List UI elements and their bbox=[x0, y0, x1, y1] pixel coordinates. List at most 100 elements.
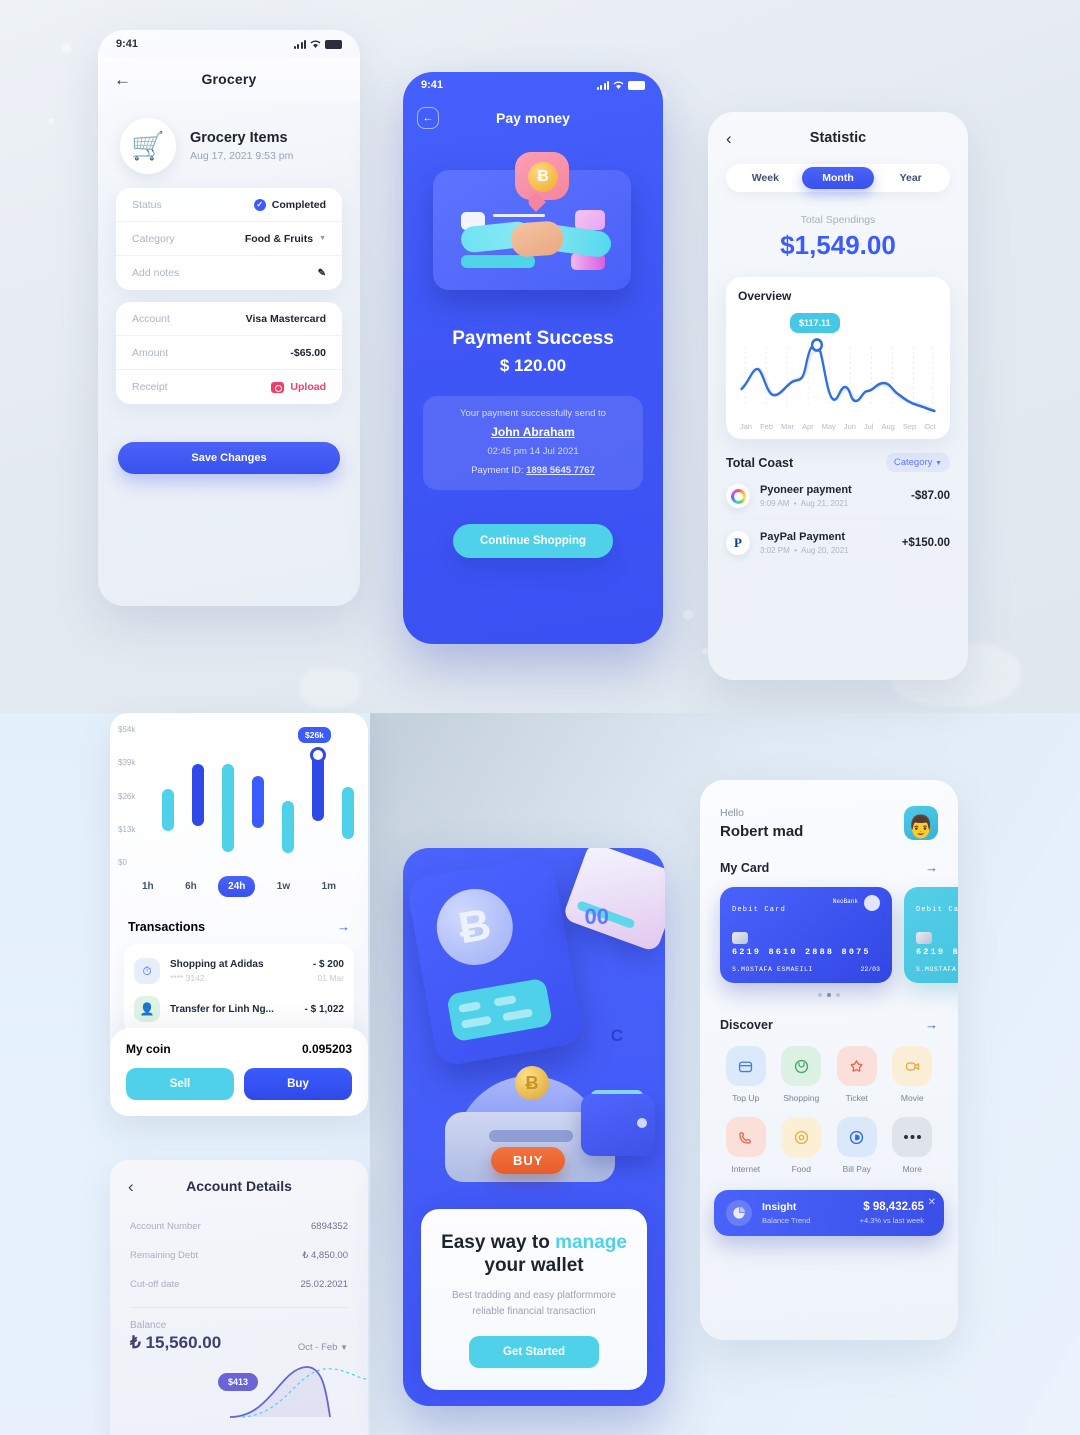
save-changes-button[interactable]: Save Changes bbox=[118, 442, 340, 474]
transaction-row[interactable]: Pyoneer payment 9:09 AM • Aug 21, 2021 -… bbox=[726, 484, 950, 519]
insight-amount: $ 98,432.65 bbox=[863, 1201, 924, 1213]
banknote-3d bbox=[561, 848, 665, 953]
axis-tick: Aug bbox=[881, 422, 895, 431]
category-dropdown[interactable]: Category ▼ bbox=[885, 453, 950, 472]
star-icon bbox=[836, 1046, 877, 1086]
bar bbox=[252, 776, 264, 828]
bar bbox=[162, 789, 174, 831]
transaction-row[interactable]: P PayPal Payment 3:02 PM • Aug 20, 2021 … bbox=[726, 531, 950, 565]
transaction-name: Shopping at Adidas bbox=[170, 959, 264, 970]
debit-card-primary[interactable]: Debit Card NeoBank 6219 8610 2888 8075 S… bbox=[720, 887, 892, 983]
payment-receipt-box: Your payment successfully send to John A… bbox=[423, 396, 643, 490]
timeframe-segmented-control[interactable]: 1h 6h 24h 1w 1m bbox=[132, 876, 346, 897]
overview-title: Overview bbox=[738, 289, 792, 303]
discover-item-bill-pay[interactable]: Bill Pay bbox=[829, 1117, 885, 1174]
discover-item-top-up[interactable]: Top Up bbox=[718, 1046, 774, 1103]
chevron-down-icon[interactable]: ▼ bbox=[319, 235, 326, 242]
page-title: Pay money bbox=[496, 110, 570, 126]
item-title: Grocery Items bbox=[190, 130, 288, 146]
balance-area-chart: $413 bbox=[110, 1359, 368, 1419]
discover-item-internet[interactable]: Internet bbox=[718, 1117, 774, 1174]
row-category[interactable]: Category Food & Fruits ▼ bbox=[116, 222, 342, 256]
card-pink-chip bbox=[575, 210, 605, 230]
row-receipt[interactable]: Receipt Upload bbox=[116, 370, 342, 404]
transaction-row[interactable]: ⏱ Shopping at Adidas **** 3142 - $ 200 0… bbox=[134, 952, 344, 990]
row-add-notes[interactable]: Add notes ✎ bbox=[116, 256, 342, 290]
row-value: 6894352 bbox=[311, 1221, 348, 1232]
back-arrow-icon[interactable]: ← bbox=[114, 71, 131, 88]
headline-part-1: Easy way to bbox=[441, 1231, 556, 1253]
edit-pencil-icon[interactable]: ✎ bbox=[318, 268, 326, 279]
period-dropdown[interactable]: Oct - Feb ▼ bbox=[298, 1342, 348, 1353]
tab-1w[interactable]: 1w bbox=[267, 876, 300, 897]
tab-24h[interactable]: 24h bbox=[218, 876, 256, 897]
item-label: Movie bbox=[900, 1093, 924, 1103]
bar bbox=[282, 801, 294, 853]
item-label: Shopping bbox=[783, 1093, 820, 1103]
buy-button[interactable]: Buy bbox=[244, 1068, 352, 1100]
discover-item-more[interactable]: More bbox=[885, 1117, 941, 1174]
chevron-down-icon: ▼ bbox=[340, 1343, 348, 1352]
back-arrow-icon[interactable]: ‹ bbox=[726, 130, 732, 147]
deco-bubble bbox=[48, 118, 54, 124]
payment-amount: $ 120.00 bbox=[499, 356, 567, 375]
tab-month[interactable]: Month bbox=[801, 167, 875, 189]
arrow-right-icon[interactable]: → bbox=[925, 860, 938, 875]
card-account-details: ‹ Account Details Account Number 6894352… bbox=[110, 1160, 368, 1435]
credit-card-3d bbox=[446, 977, 553, 1043]
card-holder: S.MOSTAFA E bbox=[916, 966, 958, 973]
battery-icon bbox=[325, 39, 342, 49]
item-label: Food bbox=[791, 1164, 811, 1174]
discover-item-ticket[interactable]: Ticket bbox=[829, 1046, 885, 1103]
transactions-list: ⏱ Shopping at Adidas **** 3142 - $ 200 0… bbox=[124, 944, 354, 1036]
coin-label: My coin bbox=[126, 1042, 171, 1056]
page-title: Grocery bbox=[201, 71, 257, 87]
signal-icon bbox=[596, 80, 609, 90]
row-status[interactable]: Status ✓ Completed bbox=[116, 188, 342, 222]
payment-success-title: Payment Success bbox=[452, 328, 614, 349]
insight-banner[interactable]: Insight Balance Trend $ 98,432.65 +4.3% … bbox=[714, 1190, 944, 1236]
row-value: ✓ Completed bbox=[253, 198, 326, 211]
phone-statistic: ‹ Statistic Week Month Year Total Spendi… bbox=[708, 112, 968, 680]
axis-tick: Mar bbox=[781, 422, 794, 431]
axis-tick: $0 bbox=[118, 858, 127, 867]
my-card-title: My Card bbox=[720, 860, 770, 875]
debit-card-secondary[interactable]: Debit Card 6219 8... S.MOSTAFA E bbox=[904, 887, 958, 983]
discover-item-shopping[interactable]: Shopping bbox=[774, 1046, 830, 1103]
axis-tick: Jan bbox=[740, 422, 753, 431]
insight-title: Insight bbox=[762, 1201, 797, 1213]
axis-tick: May bbox=[821, 422, 836, 431]
phone-3d: Ƀ bbox=[405, 854, 585, 1068]
item-label: Bill Pay bbox=[842, 1164, 871, 1174]
upload-text: Upload bbox=[290, 381, 326, 393]
close-icon[interactable]: ✕ bbox=[928, 1197, 936, 1208]
tab-6h[interactable]: 6h bbox=[175, 876, 207, 897]
transaction-amount: +$150.00 bbox=[901, 537, 950, 549]
coin-balance-row: My coin 0.095203 bbox=[126, 1042, 352, 1056]
wallet-3d bbox=[581, 1094, 655, 1156]
discover-item-movie[interactable]: Movie bbox=[885, 1046, 941, 1103]
status-time: 9:41 bbox=[116, 38, 139, 50]
continue-shopping-button[interactable]: Continue Shopping bbox=[453, 524, 613, 558]
handshake-payment-illustration: Ƀ bbox=[419, 152, 647, 306]
card-carousel[interactable]: Debit Card NeoBank 6219 8610 2888 8075 S… bbox=[700, 875, 958, 983]
tab-year[interactable]: Year bbox=[874, 167, 947, 189]
discover-item-food[interactable]: Food bbox=[774, 1117, 830, 1174]
tab-1h[interactable]: 1h bbox=[132, 876, 164, 897]
tab-1m[interactable]: 1m bbox=[312, 876, 346, 897]
transaction-date: 01 Mar bbox=[317, 973, 344, 983]
card-crypto-dashboard: $54k $39k $26k $13k $0 $26k 1h 6h 24h 1w… bbox=[110, 713, 368, 1116]
user-avatar-icon[interactable]: 👨 bbox=[904, 806, 938, 840]
tab-week[interactable]: Week bbox=[729, 167, 802, 189]
arrow-right-icon[interactable]: → bbox=[337, 919, 350, 934]
sell-button[interactable]: Sell bbox=[126, 1068, 234, 1100]
arrow-right-icon[interactable]: → bbox=[925, 1017, 938, 1032]
axis-tick: $54k bbox=[118, 725, 136, 734]
bitcoin-icon: Ƀ bbox=[528, 162, 558, 192]
handshake-icon bbox=[509, 220, 565, 258]
back-arrow-icon[interactable]: ‹ bbox=[128, 1178, 134, 1195]
transaction-row[interactable]: 👤 Transfer for Linh Ng... - $ 1,022 bbox=[134, 990, 344, 1028]
grocery-header: ← Grocery bbox=[98, 58, 360, 100]
get-started-button[interactable]: Get Started bbox=[469, 1336, 599, 1368]
period-segmented-control[interactable]: Week Month Year bbox=[726, 164, 950, 192]
